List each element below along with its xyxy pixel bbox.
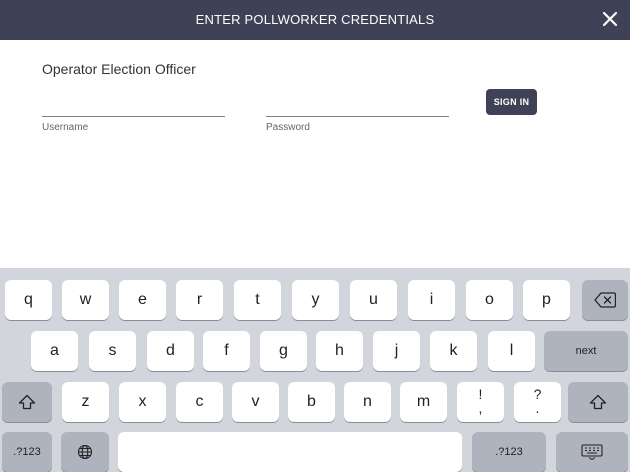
key-t[interactable]: t (234, 280, 281, 320)
role-label: Operator Election Officer (42, 61, 196, 77)
close-icon[interactable] (600, 9, 620, 29)
key-v[interactable]: v (232, 382, 279, 422)
numbers-key-right[interactable]: .?123 (472, 432, 546, 472)
backspace-icon[interactable] (582, 280, 628, 320)
on-screen-keyboard: q w e r t y u i o p a s d f g h j k l ne… (0, 268, 630, 472)
sign-in-button[interactable]: SIGN IN (486, 89, 537, 115)
password-input[interactable] (266, 98, 449, 117)
key-j[interactable]: j (373, 331, 420, 371)
dialog-header: ENTER POLLWORKER CREDENTIALS (0, 0, 630, 40)
dialog-title: ENTER POLLWORKER CREDENTIALS (195, 12, 435, 27)
key-n[interactable]: n (344, 382, 391, 422)
shift-icon[interactable] (568, 382, 628, 422)
next-key[interactable]: next (544, 331, 628, 371)
key-d[interactable]: d (147, 331, 194, 371)
key-e[interactable]: e (119, 280, 166, 320)
username-input[interactable] (42, 98, 225, 117)
key-p[interactable]: p (523, 280, 570, 320)
key-o[interactable]: o (466, 280, 513, 320)
key-comma-label: , (478, 400, 483, 416)
key-c[interactable]: c (176, 382, 223, 422)
key-exclamation-label: ! (478, 386, 483, 402)
password-label: Password (266, 122, 310, 133)
keyboard-hide-icon[interactable] (556, 432, 628, 472)
key-period-label: . (535, 400, 540, 416)
key-z[interactable]: z (62, 382, 109, 422)
key-m[interactable]: m (400, 382, 447, 422)
key-r[interactable]: r (176, 280, 223, 320)
key-a[interactable]: a (31, 331, 78, 371)
key-h[interactable]: h (316, 331, 363, 371)
key-y[interactable]: y (292, 280, 339, 320)
key-exclamation-comma[interactable]: ! , (457, 382, 504, 422)
key-x[interactable]: x (119, 382, 166, 422)
key-k[interactable]: k (430, 331, 477, 371)
key-s[interactable]: s (89, 331, 136, 371)
key-l[interactable]: l (488, 331, 535, 371)
space-bar[interactable] (118, 432, 462, 472)
key-u[interactable]: u (350, 280, 397, 320)
password-field-group: Password (266, 98, 449, 138)
shift-icon[interactable] (2, 382, 52, 422)
key-question-label: ? (533, 386, 542, 402)
username-label: Username (42, 122, 89, 133)
key-i[interactable]: i (408, 280, 455, 320)
key-q[interactable]: q (5, 280, 52, 320)
key-b[interactable]: b (288, 382, 335, 422)
globe-icon[interactable] (61, 432, 109, 472)
username-field-group: Username (42, 98, 225, 138)
key-g[interactable]: g (260, 331, 307, 371)
key-question-period[interactable]: ? . (514, 382, 561, 422)
key-w[interactable]: w (62, 280, 109, 320)
numbers-key-left[interactable]: .?123 (2, 432, 52, 472)
key-f[interactable]: f (203, 331, 250, 371)
